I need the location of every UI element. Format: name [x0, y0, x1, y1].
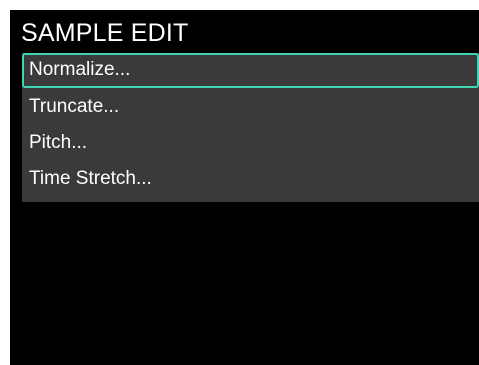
menu-item-time-stretch[interactable]: Time Stretch...	[22, 161, 479, 197]
menu-item-normalize[interactable]: Normalize...	[22, 53, 479, 88]
menu-item-truncate[interactable]: Truncate...	[22, 89, 479, 125]
menu-item-pitch[interactable]: Pitch...	[22, 125, 479, 161]
sample-edit-menu: Normalize... Truncate... Pitch... Time S…	[22, 53, 479, 202]
screen-title: SAMPLE EDIT	[21, 19, 189, 47]
device-screen: SAMPLE EDIT Normalize... Truncate... Pit…	[10, 10, 479, 365]
